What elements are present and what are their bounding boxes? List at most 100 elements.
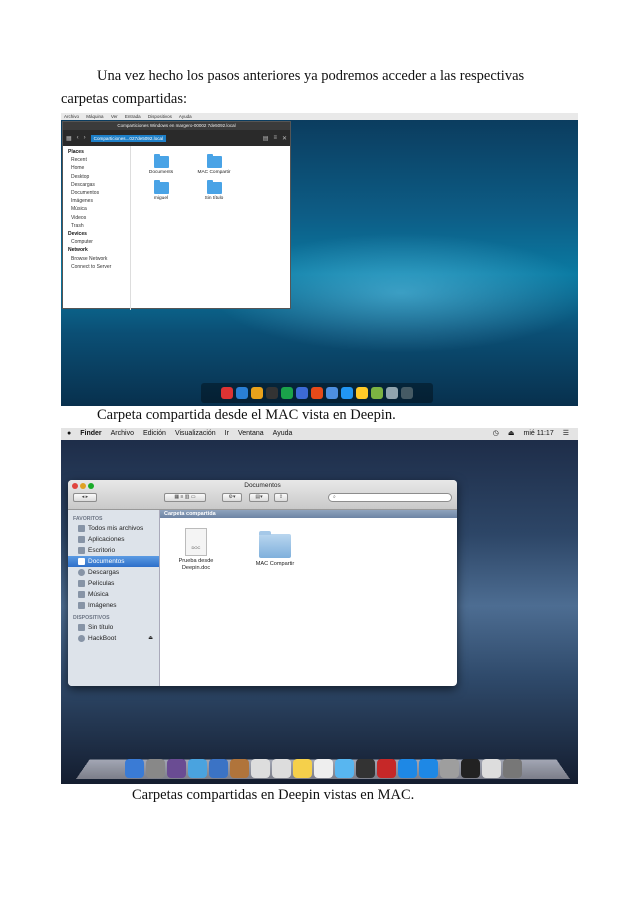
apple-icon[interactable]: ● [67, 428, 71, 440]
menu-icon[interactable]: ▦ [66, 135, 72, 142]
menu-ventana[interactable]: Ventana [238, 428, 264, 440]
sidebar-item-home[interactable]: Home [68, 164, 130, 172]
dock-app-icon[interactable] [326, 387, 338, 399]
sidebar-item-peliculas[interactable]: Películas [68, 578, 159, 589]
back-forward-button[interactable]: ◂ ▸ [73, 493, 97, 502]
vm-menu-item[interactable]: Archivo [64, 114, 79, 119]
path-breadcrumb[interactable]: Comparticiones...027de5092.local [90, 134, 167, 142]
sidebar-item-aplicaciones[interactable]: Aplicaciones [68, 534, 159, 545]
dock-app-icon[interactable] [356, 387, 368, 399]
back-icon[interactable]: ‹ [77, 135, 79, 141]
folder-item[interactable]: Documents [141, 154, 181, 175]
vm-menu-item[interactable]: Máquina [86, 114, 103, 119]
view-mode-buttons[interactable]: ▦ ≡ ▥ ▭ [164, 493, 206, 502]
dock-app-icon[interactable] [419, 759, 438, 778]
vm-menu-item[interactable]: Ayuda [179, 114, 192, 119]
window-title: Documentos [244, 482, 281, 489]
dock-app-icon[interactable] [296, 387, 308, 399]
vm-menu-item[interactable]: Ver [111, 114, 118, 119]
sidebar-item-imagenes[interactable]: Imágenes [68, 197, 130, 205]
sidebar-item-desktop[interactable]: Desktop [68, 173, 130, 181]
search-input[interactable]: ⌕ [328, 493, 452, 502]
menu-archivo[interactable]: Archivo [111, 428, 134, 440]
dock-app-icon[interactable] [440, 759, 459, 778]
dock-app-icon[interactable] [398, 759, 417, 778]
menubar-clock[interactable]: mié 11:17 [523, 428, 553, 440]
eject-icon[interactable]: ⏏ [148, 633, 153, 644]
dock-app-icon[interactable] [311, 387, 323, 399]
arrange-icon[interactable]: ▤▾ [249, 493, 269, 502]
dock-app-icon[interactable] [146, 759, 165, 778]
sidebar-item-documentos[interactable]: Documentos [68, 556, 159, 567]
sidebar-item-computer[interactable]: Computer [68, 238, 130, 246]
vm-menu-item[interactable]: Dispositivos [148, 114, 172, 119]
folder-item[interactable]: MAC Compartir [246, 531, 304, 568]
folder-label: MAC Compartir [197, 170, 231, 175]
menu-ayuda[interactable]: Ayuda [273, 428, 293, 440]
sidebar-item-documentos[interactable]: Documentos [68, 189, 130, 197]
dock-app-icon[interactable] [482, 759, 501, 778]
sidebar-item-todos[interactable]: Todos mis archivos [68, 523, 159, 534]
time-machine-icon[interactable]: ◷ [493, 428, 499, 440]
dock-app-icon[interactable] [251, 759, 270, 778]
sidebar-item-descargas[interactable]: Descargas [68, 567, 159, 578]
dock-app-icon[interactable] [356, 759, 375, 778]
sidebar-item-sin-titulo[interactable]: Sin título [68, 622, 159, 633]
dock-app-icon[interactable] [503, 759, 522, 778]
deepin-dock [201, 383, 433, 403]
sidebar-item-recent[interactable]: Recent [68, 156, 130, 164]
grid-view-icon[interactable]: ▤ [263, 135, 269, 142]
dock-app-icon[interactable] [371, 387, 383, 399]
dock-app-icon[interactable] [167, 759, 186, 778]
dock-app-icon[interactable] [341, 387, 353, 399]
sidebar-item-escritorio[interactable]: Escritorio [68, 545, 159, 556]
dock-app-icon[interactable] [314, 759, 333, 778]
list-view-icon[interactable]: ≡ [273, 135, 277, 141]
menu-ir[interactable]: Ir [225, 428, 229, 440]
disk-icon [78, 635, 85, 642]
menu-visualizacion[interactable]: Visualización [175, 428, 216, 440]
forward-icon[interactable]: › [84, 135, 86, 141]
sidebar-item-imagenes[interactable]: Imágenes [68, 600, 159, 611]
dock-app-icon[interactable] [209, 759, 228, 778]
dock-app-icon[interactable] [293, 759, 312, 778]
document-icon [185, 528, 207, 556]
vm-menu-item[interactable]: Entrada [125, 114, 141, 119]
eject-icon[interactable]: ⏏ [508, 428, 515, 440]
dock-app-icon[interactable] [335, 759, 354, 778]
sidebar-item-hackboot[interactable]: HackBoot ⏏ [68, 633, 159, 644]
folder-item[interactable]: MAC Compartir [194, 154, 234, 175]
dock-app-icon[interactable] [386, 387, 398, 399]
dock-app-icon[interactable] [188, 759, 207, 778]
sidebar-item-browse-network[interactable]: Browse Network [68, 255, 130, 263]
sidebar-item-trash[interactable]: Trash [68, 222, 130, 230]
dock-app-icon[interactable] [401, 387, 413, 399]
sidebar-item-descargas[interactable]: Descargas [68, 181, 130, 189]
menu-edicion[interactable]: Edición [143, 428, 166, 440]
folder-item[interactable]: Sin título [194, 180, 234, 201]
dock-app-icon[interactable] [377, 759, 396, 778]
dock-app-icon[interactable] [236, 387, 248, 399]
dock-app-icon[interactable] [230, 759, 249, 778]
close-icon[interactable]: ✕ [282, 135, 287, 142]
gear-icon[interactable]: ⚙▾ [222, 493, 242, 502]
menu-finder[interactable]: Finder [80, 428, 101, 440]
dock-app-icon[interactable] [272, 759, 291, 778]
folder-icon [206, 180, 222, 194]
dock-app-icon[interactable] [266, 387, 278, 399]
sidebar-item-connect-server[interactable]: Connect to Server [68, 263, 130, 271]
folder-item[interactable]: miguel [141, 180, 181, 201]
doc-file-item[interactable]: Prueba desde Deepin.doc [172, 528, 220, 572]
dock-app-icon[interactable] [461, 759, 480, 778]
folder-label: Sin título [204, 196, 224, 201]
sidebar-item-musica[interactable]: Música [68, 589, 159, 600]
dock-app-icon[interactable] [281, 387, 293, 399]
disk-icon [78, 624, 85, 631]
dock-app-icon[interactable] [251, 387, 263, 399]
share-icon[interactable]: ⇪ [274, 493, 288, 502]
dock-app-icon[interactable] [125, 759, 144, 778]
list-icon[interactable]: ☰ [563, 428, 569, 440]
dock-app-icon[interactable] [221, 387, 233, 399]
sidebar-item-musica[interactable]: Música [68, 205, 130, 213]
sidebar-item-videos[interactable]: Videos [68, 214, 130, 222]
